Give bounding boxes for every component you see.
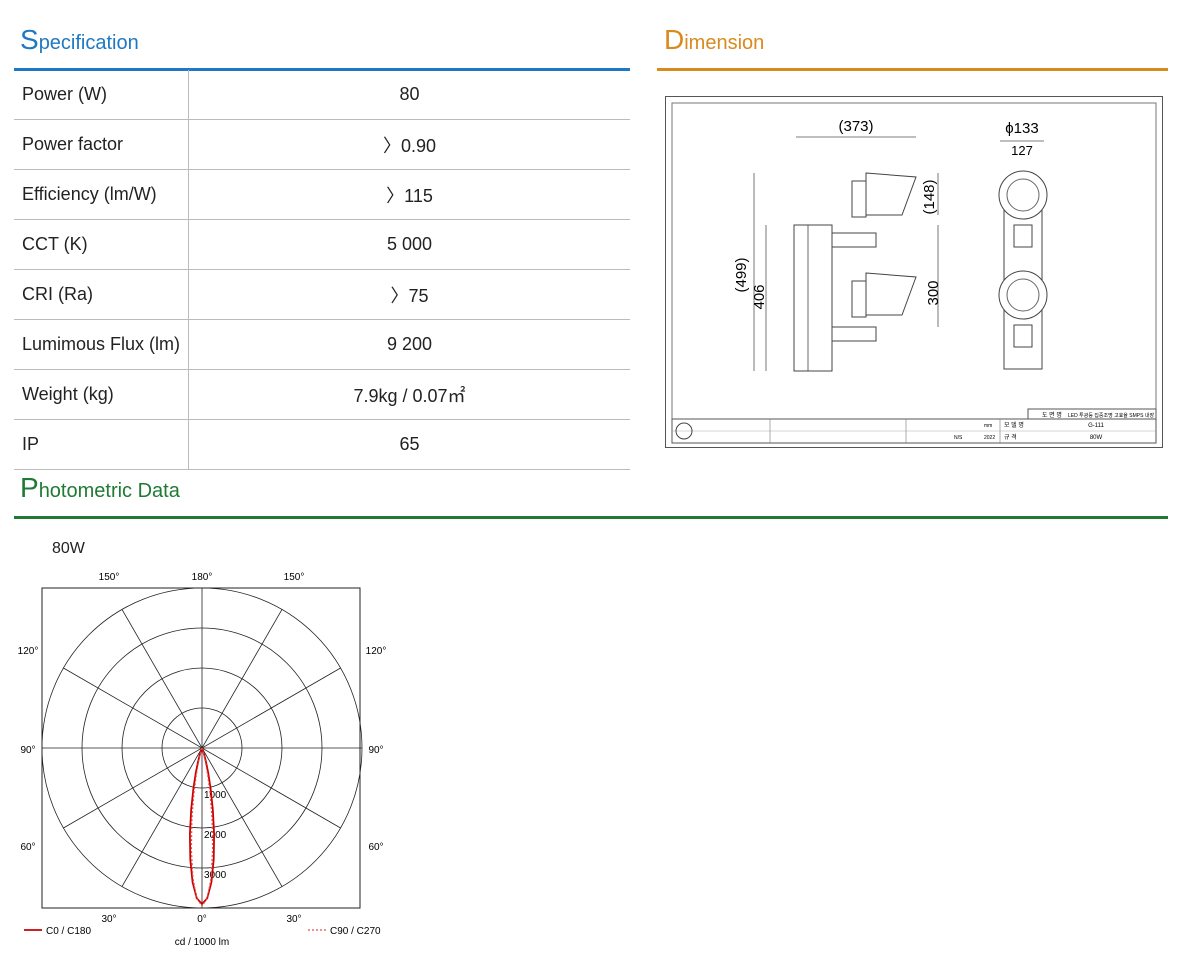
side-fins-top [851,180,867,218]
total-height-label: (499) [733,257,750,292]
product-name: LED 투광등 집중조명 고효율 SMPS 내장 [1068,412,1154,419]
polar-chart: 80W 150° 180° 150° 120° 90° 60° 120° 90°… [10,540,410,960]
side-head-top [865,172,917,216]
side-body [793,224,833,372]
angle-right-60: 60° [368,842,383,853]
product-label: 도 면 명 [1042,411,1062,419]
code-label: 모 델 명 [1004,421,1024,429]
side-arm-bottom [831,326,877,342]
spec-label: Lumimous Flux (lm) [14,319,189,370]
spec-label: Power (W) [14,70,189,120]
model-label: 80W [52,540,85,557]
side-head-bottom [865,272,917,316]
spec-label: 규 격 [1004,434,1017,441]
spec-row: Power factor 〉0.90 [14,119,630,170]
angle-top-right: 150° [284,572,305,583]
angle-top-left: 150° [99,572,120,583]
angle-bottom-left: 30° [101,914,116,925]
spacing-label: 300 [925,280,942,305]
unit-label: cd / 1000 lm [175,937,229,948]
angle-right-90: 90° [368,745,383,756]
front-head-bottom [998,270,1048,320]
title-rest: imension [684,32,765,54]
diameter-label: ϕ133 [1005,120,1038,137]
spec-label: CCT (K) [14,219,189,270]
spec-label: CRI (Ra) [14,269,189,320]
specification-table: Power (W) 80 Power factor 〉0.90 Efficiency (… [14,70,630,470]
spec-value: 〉75 [188,269,630,320]
dimension-drawing: (373) (499) 406 300 (148) ϕ133 127 도 면 명 [665,96,1163,448]
dimension-title: Dimension [664,24,764,56]
spec-row: Power (W) 80 [14,70,630,120]
spec-label: IP [14,419,189,470]
front-bracket-top [1013,224,1033,248]
unit-value: mm [984,423,992,429]
photometric-rule [14,516,1168,519]
legend-c90-label: C90 / C270 [330,926,381,937]
body-height-label: 406 [751,284,768,309]
year-value: 2022 [984,435,995,441]
spec-value: 65 [188,419,630,470]
angle-bottom-right: 30° [286,914,301,925]
title-rest: pecification [38,32,139,54]
specification-title: Specification [20,24,139,56]
spec-row: Efficiency (lm/W) 〉115 [14,169,630,220]
angle-left-90: 90° [20,745,35,756]
spec-row: Lumimous Flux (lm) 9 200 [14,319,630,370]
dimension-rule [657,68,1168,71]
spec-row: IP 65 [14,419,630,470]
spec-label: Weight (kg) [14,369,189,420]
spec-value: 9 200 [188,319,630,370]
angle-bottom-center: 0° [197,914,207,925]
angle-right-120: 120° [366,646,387,657]
spec-value: 7.9kg / 0.07㎡ [188,369,630,420]
front-head-top [998,170,1048,220]
angle-left-120: 120° [18,646,39,657]
side-fins-bottom [851,280,867,318]
scale-value: N/S [954,435,963,441]
title-initial: D [664,24,685,55]
head-height-label: (148) [921,179,938,214]
spec-value: 5 000 [188,219,630,270]
inner-width-label: 127 [1011,143,1033,158]
spec-row: CRI (Ra) 〉75 [14,269,630,320]
spec-label: Power factor [14,119,189,170]
spec-label: Efficiency (lm/W) [14,169,189,220]
title-initial: P [20,472,39,503]
polar-chart-svg: 150° 180° 150° 120° 90° 60° 120° 90° 60°… [18,572,387,948]
ring-label-1000: 1000 [204,790,227,801]
spec-value: 80 [188,70,630,120]
title-initial: S [20,24,39,55]
angle-left-60: 60° [20,842,35,853]
model-spec: 80W [1090,435,1103,441]
spec-value: 〉115 [188,169,630,220]
width-dim-label: (373) [838,118,873,135]
angle-top-center: 180° [192,572,213,583]
model-code: G-111 [1088,423,1104,429]
side-arm-top [831,232,877,248]
spec-row: Weight (kg) 7.9kg / 0.07㎡ [14,369,630,420]
dimension-drawing-svg: (373) (499) 406 300 (148) ϕ133 127 도 면 명 [671,102,1157,444]
ring-label-3000: 3000 [204,870,227,881]
title-rest: hotometric Data [38,480,180,502]
legend-c0-label: C0 / C180 [46,926,91,937]
photometric-title: Photometric Data [20,472,180,504]
ring-label-2000: 2000 [204,830,227,841]
spec-value: 〉0.90 [188,119,630,170]
spec-row: CCT (K) 5 000 [14,219,630,270]
front-bracket-bottom [1013,324,1033,348]
